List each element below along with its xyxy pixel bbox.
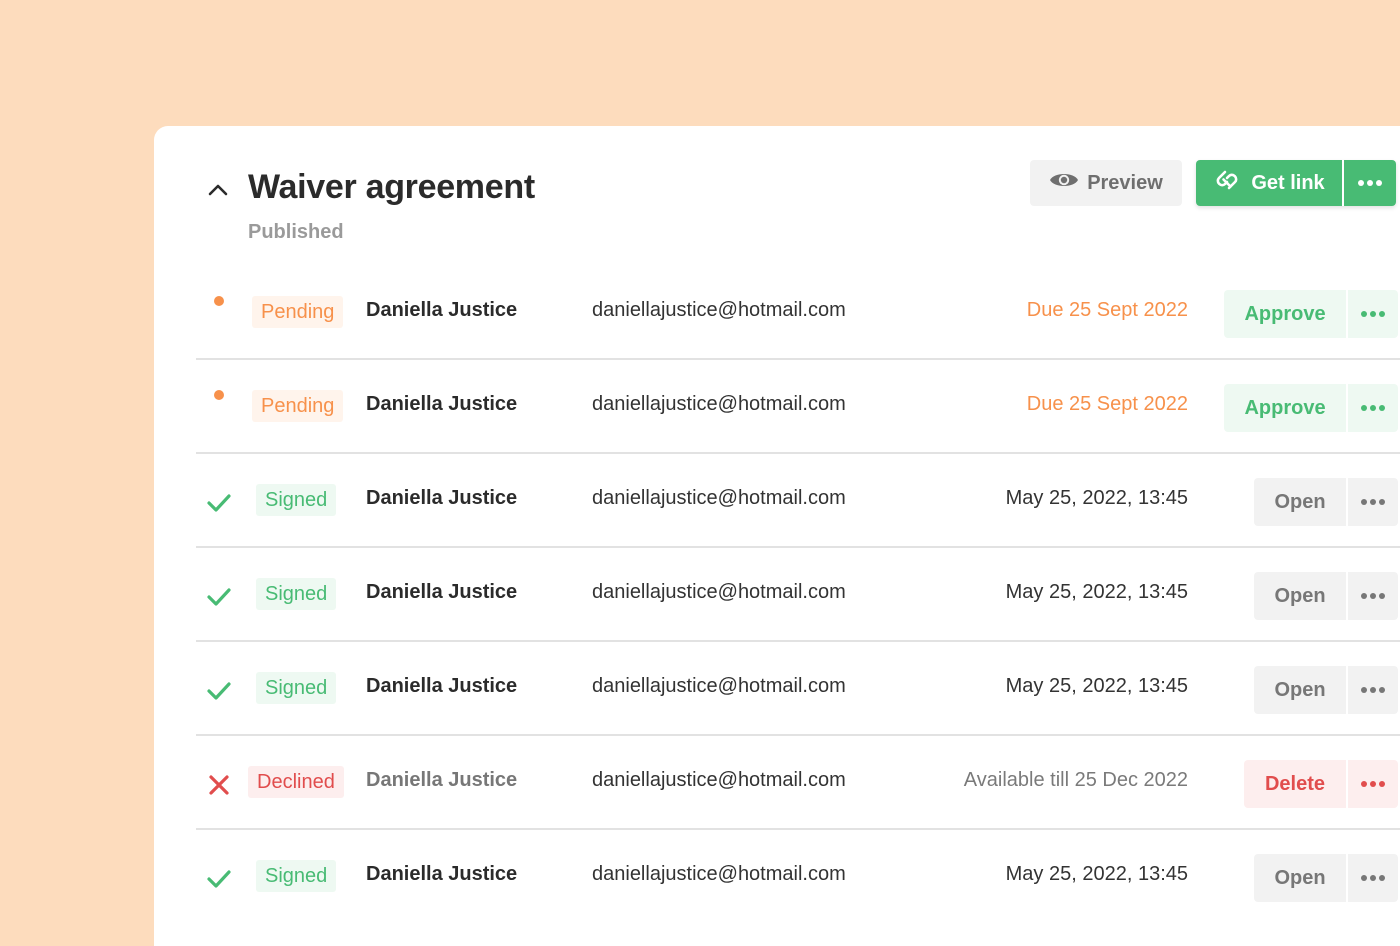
more-dots-icon bbox=[1358, 180, 1382, 186]
recipient-email: daniellajustice@hotmail.com bbox=[592, 675, 846, 697]
status-badge: Signed bbox=[256, 578, 337, 610]
recipient-row: Signed Daniella Justice daniellajustice@… bbox=[196, 548, 1400, 642]
recipient-row: Pending Daniella Justice daniellajustice… bbox=[196, 266, 1400, 360]
open-button[interactable]: Open bbox=[1254, 478, 1346, 526]
recipient-date: Due 25 Sept 2022 bbox=[1026, 393, 1188, 415]
eye-icon bbox=[1049, 170, 1079, 196]
checkmark-icon bbox=[204, 582, 234, 612]
row-actions: Approve bbox=[1224, 384, 1398, 432]
status-badge: Signed bbox=[256, 484, 337, 516]
open-button[interactable]: Open bbox=[1254, 572, 1346, 620]
publish-status: Published bbox=[248, 221, 344, 243]
recipient-row: Signed Daniella Justice daniellajustice@… bbox=[196, 454, 1400, 548]
row-more-button[interactable] bbox=[1348, 478, 1398, 526]
more-dots-icon bbox=[1361, 593, 1385, 599]
recipient-name: Daniella Justice bbox=[366, 299, 518, 321]
more-dots-icon bbox=[1361, 875, 1385, 881]
recipient-date: May 25, 2022, 13:45 bbox=[1005, 675, 1188, 697]
preview-button[interactable]: Preview bbox=[1030, 160, 1182, 206]
x-close-icon bbox=[204, 770, 234, 800]
recipient-date: May 25, 2022, 13:45 bbox=[1005, 581, 1188, 603]
row-more-button[interactable] bbox=[1348, 854, 1398, 902]
recipient-date: Due 25 Sept 2022 bbox=[1026, 299, 1188, 321]
checkmark-icon bbox=[204, 488, 234, 518]
status-badge: Signed bbox=[256, 672, 337, 704]
recipients-list: Pending Daniella Justice daniellajustice… bbox=[196, 266, 1400, 926]
row-actions: Open bbox=[1254, 666, 1398, 714]
recipient-name: Daniella Justice bbox=[366, 769, 518, 791]
get-link-button-group: Get link bbox=[1196, 160, 1396, 206]
recipient-row: Pending Daniella Justice daniellajustice… bbox=[196, 360, 1400, 454]
delete-button[interactable]: Delete bbox=[1244, 760, 1346, 808]
status-badge: Declined bbox=[248, 766, 344, 798]
paperclip-link-icon bbox=[1213, 166, 1241, 200]
row-more-button[interactable] bbox=[1348, 384, 1398, 432]
get-link-button[interactable]: Get link bbox=[1196, 160, 1342, 206]
row-more-button[interactable] bbox=[1348, 290, 1398, 338]
row-actions: Open bbox=[1254, 572, 1398, 620]
more-dots-icon bbox=[1361, 311, 1385, 317]
open-button[interactable]: Open bbox=[1254, 666, 1346, 714]
recipient-email: daniellajustice@hotmail.com bbox=[592, 393, 846, 415]
recipient-name: Daniella Justice bbox=[366, 863, 518, 885]
checkmark-icon bbox=[204, 864, 234, 894]
get-link-label: Get link bbox=[1251, 171, 1325, 194]
recipient-row: Signed Daniella Justice daniellajustice@… bbox=[196, 830, 1400, 926]
recipient-name: Daniella Justice bbox=[366, 675, 518, 697]
recipient-email: daniellajustice@hotmail.com bbox=[592, 769, 846, 791]
recipient-date: May 25, 2022, 13:45 bbox=[1005, 487, 1188, 509]
recipient-date: May 25, 2022, 13:45 bbox=[1005, 863, 1188, 885]
page-title: Waiver agreement bbox=[248, 168, 535, 206]
pending-dot-icon bbox=[204, 286, 234, 316]
status-badge: Pending bbox=[252, 390, 344, 422]
more-options-button[interactable] bbox=[1344, 160, 1396, 206]
approve-button[interactable]: Approve bbox=[1224, 384, 1346, 432]
more-dots-icon bbox=[1361, 405, 1385, 411]
recipient-row: Declined Daniella Justice daniellajustic… bbox=[196, 736, 1400, 830]
recipient-email: daniellajustice@hotmail.com bbox=[592, 487, 846, 509]
status-badge: Signed bbox=[256, 860, 337, 892]
preview-label: Preview bbox=[1087, 171, 1163, 194]
recipient-date: Available till 25 Dec 2022 bbox=[963, 769, 1188, 791]
card-header: Waiver agreement Published Preview Get l… bbox=[154, 126, 1400, 266]
open-button[interactable]: Open bbox=[1254, 854, 1346, 902]
recipient-email: daniellajustice@hotmail.com bbox=[592, 299, 846, 321]
recipient-name: Daniella Justice bbox=[366, 581, 518, 603]
status-badge: Pending bbox=[252, 296, 344, 328]
pending-dot-icon bbox=[204, 380, 234, 410]
agreement-card: Waiver agreement Published Preview Get l… bbox=[154, 126, 1400, 946]
approve-button[interactable]: Approve bbox=[1224, 290, 1346, 338]
row-more-button[interactable] bbox=[1348, 666, 1398, 714]
recipient-name: Daniella Justice bbox=[366, 393, 518, 415]
row-actions: Open bbox=[1254, 854, 1398, 902]
row-more-button[interactable] bbox=[1348, 760, 1398, 808]
row-actions: Open bbox=[1254, 478, 1398, 526]
recipient-email: daniellajustice@hotmail.com bbox=[592, 863, 846, 885]
recipient-email: daniellajustice@hotmail.com bbox=[592, 581, 846, 603]
recipient-row: Signed Daniella Justice daniellajustice@… bbox=[196, 642, 1400, 736]
row-more-button[interactable] bbox=[1348, 572, 1398, 620]
more-dots-icon bbox=[1361, 499, 1385, 505]
more-dots-icon bbox=[1361, 781, 1385, 787]
row-actions: Approve bbox=[1224, 290, 1398, 338]
more-dots-icon bbox=[1361, 687, 1385, 693]
row-actions: Delete bbox=[1244, 760, 1398, 808]
chevron-up-icon[interactable] bbox=[206, 178, 230, 202]
checkmark-icon bbox=[204, 676, 234, 706]
recipient-name: Daniella Justice bbox=[366, 487, 518, 509]
